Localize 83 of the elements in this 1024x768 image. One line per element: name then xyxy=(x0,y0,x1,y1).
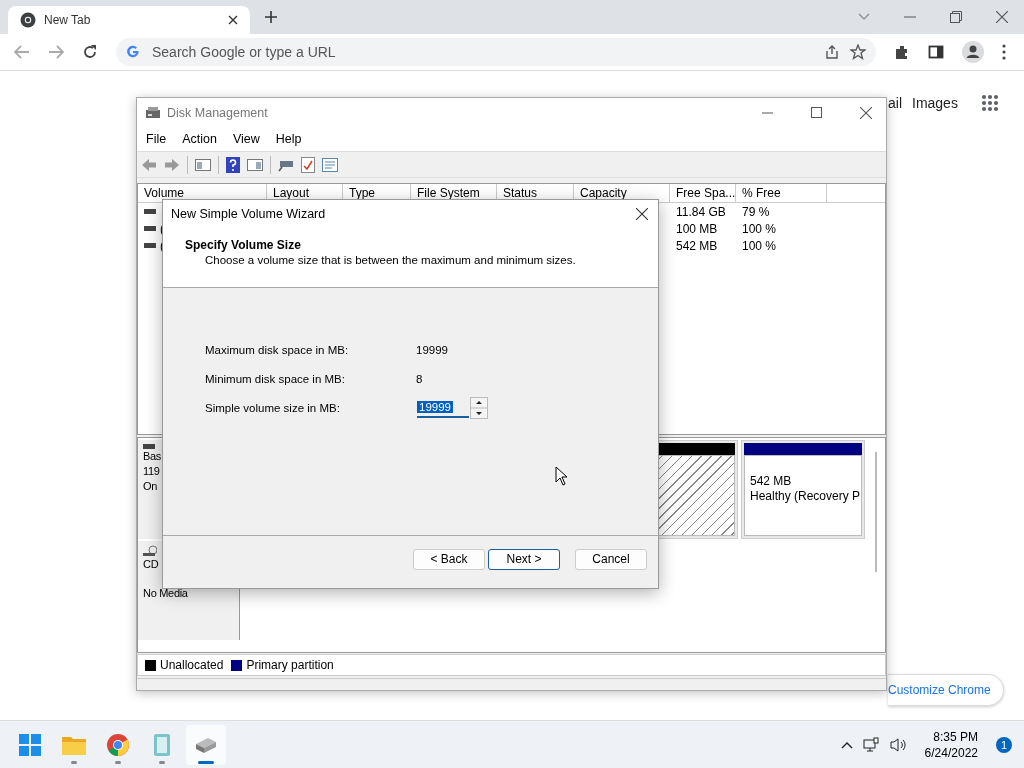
notepad-icon xyxy=(154,733,170,756)
help-icon[interactable] xyxy=(226,156,240,173)
address-bar[interactable]: Search Google or type a URL xyxy=(116,38,876,66)
close-icon[interactable] xyxy=(996,11,1008,23)
disk-drive-icon xyxy=(143,444,155,449)
browser-tab[interactable]: New Tab xyxy=(8,6,250,34)
panel-icon[interactable] xyxy=(247,157,263,172)
chevron-up-icon[interactable] xyxy=(840,740,853,749)
taskbar-button[interactable] xyxy=(186,724,226,765)
customize-chrome-button[interactable]: Customize Chrome xyxy=(888,674,1004,706)
volume-icon xyxy=(144,209,156,214)
field-label: Maximum disk space in MB: xyxy=(205,343,350,356)
close-icon[interactable] xyxy=(228,15,238,25)
folder-icon xyxy=(62,734,86,755)
notification-badge[interactable]: 1 xyxy=(996,736,1012,753)
gmail-link[interactable]: ail xyxy=(888,95,902,111)
column-header[interactable]: Free Spa... xyxy=(670,184,736,202)
menu-item[interactable]: Help xyxy=(275,132,302,146)
menu-item[interactable]: Action xyxy=(182,132,217,146)
field-value: 8 xyxy=(416,372,423,385)
share-icon[interactable] xyxy=(824,44,840,60)
partition-label: 542 MB xyxy=(750,474,793,489)
table-cell: 100 % xyxy=(742,238,777,253)
apps-grid-icon[interactable] xyxy=(981,94,999,112)
close-icon[interactable] xyxy=(636,208,648,220)
profile-icon[interactable] xyxy=(962,41,984,63)
table-cell: 100 MB xyxy=(676,221,718,236)
volume-icon xyxy=(144,243,156,248)
size-field[interactable]: 19999 xyxy=(417,397,469,418)
legend-label: Primary partition xyxy=(246,658,334,672)
table-cell: 11.84 GB xyxy=(676,204,726,219)
google-icon xyxy=(126,45,140,59)
menu-item[interactable]: View xyxy=(232,132,260,146)
star-icon[interactable] xyxy=(850,44,866,60)
side-panel-icon[interactable] xyxy=(928,44,944,60)
clock-time[interactable]: 8:35 PM xyxy=(933,728,978,745)
disk-label: Bas xyxy=(143,449,163,464)
properties-icon[interactable] xyxy=(322,157,338,172)
volume-icon xyxy=(144,226,156,231)
restore-icon[interactable] xyxy=(950,11,962,23)
table-cell: 100 % xyxy=(742,221,777,236)
column-header[interactable]: % Free xyxy=(736,184,827,202)
wizard-heading: Specify Volume Size xyxy=(185,238,302,252)
field-label: Simple volume size in MB: xyxy=(205,401,341,414)
more-icon[interactable] xyxy=(1002,44,1006,60)
dialog-button[interactable]: Cancel xyxy=(575,548,647,570)
legend-label: Unallocated xyxy=(160,658,224,672)
chevron-down-icon[interactable] xyxy=(858,13,870,21)
dialog-button[interactable]: Next > xyxy=(488,548,560,570)
field-value: 19999 xyxy=(416,343,448,356)
start-icon xyxy=(19,733,41,756)
dialog-button[interactable]: < Back xyxy=(413,548,485,570)
chrome-icon xyxy=(20,12,36,28)
maximize-icon[interactable] xyxy=(811,107,822,118)
disk-label: On xyxy=(143,479,159,494)
dialog-title: New Simple Volume Wizard xyxy=(171,207,326,221)
chrome-icon xyxy=(107,733,129,756)
disk-drive-icon xyxy=(145,105,161,120)
window-title: Disk Management xyxy=(167,105,268,120)
disk-label: 119 xyxy=(143,464,161,479)
cd-drive-icon xyxy=(143,545,157,557)
reload-icon[interactable] xyxy=(82,44,98,60)
checklist-icon[interactable] xyxy=(301,156,315,173)
close-icon[interactable] xyxy=(860,106,872,119)
field-label: Minimum disk space in MB: xyxy=(205,372,346,385)
panel-icon[interactable] xyxy=(195,157,211,172)
disk-label: CD xyxy=(143,557,160,572)
address-input[interactable]: Search Google or type a URL xyxy=(150,43,454,61)
clock-date[interactable]: 6/24/2022 xyxy=(924,744,978,761)
pointer-icon xyxy=(555,466,568,486)
table-cell: 542 MB xyxy=(676,238,718,253)
disk-drive-icon xyxy=(194,735,218,754)
spinner-arrows-icon[interactable] xyxy=(470,396,488,419)
table-cell: 79 % xyxy=(742,204,770,219)
images-link[interactable]: Images xyxy=(912,95,958,111)
partition-block[interactable]: 542 MB Healthy (Recovery P xyxy=(741,440,865,539)
menu-item[interactable]: File xyxy=(146,132,167,146)
new-tab-icon[interactable] xyxy=(264,10,278,24)
disk-label: No Media xyxy=(143,586,189,601)
puzzle-icon[interactable] xyxy=(894,44,910,60)
network-icon[interactable] xyxy=(862,736,879,753)
wizard-description: Choose a volume size that is between the maximum and minimum sizes. xyxy=(204,254,577,266)
speaker-icon[interactable] xyxy=(888,736,907,753)
